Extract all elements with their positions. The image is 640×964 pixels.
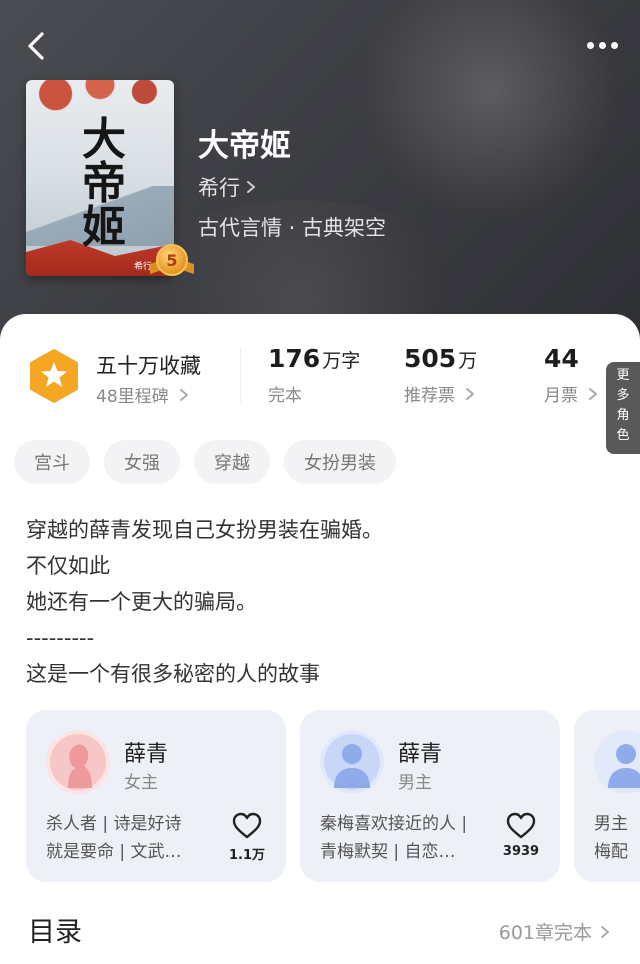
role-desc-line: 男主 xyxy=(594,814,628,834)
description-line: 这是一个有很多秘密的人的故事 xyxy=(26,662,320,686)
chevron-right-icon xyxy=(179,388,188,401)
word-count-unit: 万字 xyxy=(322,350,361,372)
chevron-left-icon xyxy=(28,32,44,60)
recommend-ticket-stat[interactable]: 505 万 推荐票 xyxy=(404,344,477,406)
dot-icon xyxy=(586,41,594,49)
role-desc-line: 青梅默契 | 自恋… xyxy=(320,842,456,862)
recommend-unit: 万 xyxy=(458,350,478,372)
cover-title: 大 帝 姬 xyxy=(74,118,134,250)
role-desc-line: 秦梅喜欢接近的人 | xyxy=(320,814,468,834)
book-title: 大帝姬 xyxy=(198,128,291,164)
recommend-label-row: 推荐票 xyxy=(404,381,477,406)
chevron-right-icon xyxy=(466,387,474,400)
heart-icon[interactable] xyxy=(506,812,536,840)
chevron-right-icon xyxy=(589,387,597,400)
cover-title-char: 帝 xyxy=(82,158,126,209)
monthly-ticket-stat[interactable]: 44 月票 xyxy=(544,344,598,406)
role-card[interactable]: 薛青 女主 杀人者 | 诗是好诗 就是要命 | 文武… 1.1万 xyxy=(26,710,286,882)
table-of-contents-row[interactable]: 目录 601章完本 xyxy=(0,904,640,956)
role-name: 薛青 xyxy=(124,742,169,767)
header-blur xyxy=(360,0,620,220)
like-count: 3939 xyxy=(502,844,540,859)
more-menu-button[interactable] xyxy=(582,30,622,60)
monthly-count: 44 xyxy=(544,344,579,373)
role-card[interactable]: 男主 梅配 xyxy=(574,710,640,882)
medal-level: 5 xyxy=(156,244,188,276)
tag-list: 宫斗 女强 穿越 女扮男装 xyxy=(14,440,396,484)
toc-status: 601章完本 xyxy=(499,918,610,945)
dot-icon xyxy=(598,41,606,49)
role-desc: 杀人者 | 诗是好诗 就是要命 | 文武… xyxy=(46,810,216,866)
more-roles-char: 色 xyxy=(616,428,630,443)
role-desc: 秦梅喜欢接近的人 | 青梅默契 | 自恋… xyxy=(320,810,490,866)
role-card[interactable]: 薛青 男主 秦梅喜欢接近的人 | 青梅默契 | 自恋… 3939 xyxy=(300,710,560,882)
role-desc-line: 就是要命 | 文武… xyxy=(46,842,182,862)
description-line: 穿越的薛青发现自己女扮男装在骗婚。 xyxy=(26,518,383,542)
female-avatar-icon xyxy=(46,730,110,794)
chapter-count: 601章完本 xyxy=(498,922,592,944)
cover-title-char: 姬 xyxy=(82,202,126,253)
more-roles-char: 多 xyxy=(616,388,630,403)
content-panel: 五十万收藏 48里程碑 176 万字 完本 505 万 推荐票 44 月票 宫斗… xyxy=(0,314,640,964)
word-count-label: 完本 xyxy=(268,386,302,406)
recommend-count: 505 xyxy=(404,344,457,373)
like-count: 1.1万 xyxy=(228,848,266,863)
chevron-right-icon xyxy=(247,181,255,193)
level-medal: 5 xyxy=(150,244,194,280)
description-line: --------- xyxy=(26,626,95,650)
author-link[interactable]: 希行 xyxy=(198,172,256,202)
milestone-link[interactable]: 48里程碑 xyxy=(96,382,189,407)
back-button[interactable] xyxy=(20,28,52,64)
author-name: 希行 xyxy=(198,176,240,200)
male-avatar-icon xyxy=(320,730,384,794)
cover-title-char: 大 xyxy=(82,114,126,165)
collection-title: 五十万收藏 xyxy=(96,354,201,378)
role-type: 男主 xyxy=(398,773,432,793)
role-name: 薛青 xyxy=(398,742,443,767)
description-line: 她还有一个更大的骗局。 xyxy=(26,590,257,614)
male-avatar-icon xyxy=(594,730,640,794)
milestone-label: 48里程碑 xyxy=(96,387,169,407)
role-carousel[interactable]: 薛青 女主 杀人者 | 诗是好诗 就是要命 | 文武… 1.1万 薛青 男主 秦… xyxy=(26,710,640,882)
stats-row: 五十万收藏 48里程碑 176 万字 完本 505 万 推荐票 44 月票 xyxy=(0,342,640,412)
tag-chip[interactable]: 穿越 xyxy=(194,440,270,484)
star-hexagon-icon xyxy=(28,348,80,404)
stats-divider xyxy=(240,348,241,402)
chevron-right-icon xyxy=(601,925,609,938)
monthly-label: 月票 xyxy=(544,386,578,406)
word-count-stat: 176 万字 完本 xyxy=(268,344,360,406)
role-desc-line: 杀人者 | 诗是好诗 xyxy=(46,814,182,834)
role-desc: 男主 梅配 xyxy=(594,810,640,866)
more-roles-button[interactable]: 更 多 角 色 xyxy=(606,362,640,454)
description-line: 不仅如此 xyxy=(26,554,110,578)
tag-chip[interactable]: 女强 xyxy=(104,440,180,484)
word-count: 176 xyxy=(268,344,321,373)
tag-chip[interactable]: 宫斗 xyxy=(14,440,90,484)
role-type: 女主 xyxy=(124,773,158,793)
more-roles-char: 角 xyxy=(616,408,630,423)
recommend-label: 推荐票 xyxy=(404,386,455,406)
heart-icon[interactable] xyxy=(232,812,262,840)
more-roles-char: 更 xyxy=(616,368,630,383)
book-header: 大 帝 姬 希行/著 5 大帝姬 希行 古代言情 · 古典架空 xyxy=(0,0,640,360)
tag-chip[interactable]: 女扮男装 xyxy=(284,440,396,484)
book-genre: 古代言情 · 古典架空 xyxy=(198,216,387,240)
dot-icon xyxy=(610,41,618,49)
book-description[interactable]: 穿越的薛青发现自己女扮男装在骗婚。 不仅如此 她还有一个更大的骗局。 -----… xyxy=(26,512,616,692)
toc-title: 目录 xyxy=(28,917,82,948)
monthly-label-row: 月票 xyxy=(544,381,598,406)
role-desc-line: 梅配 xyxy=(594,842,628,862)
